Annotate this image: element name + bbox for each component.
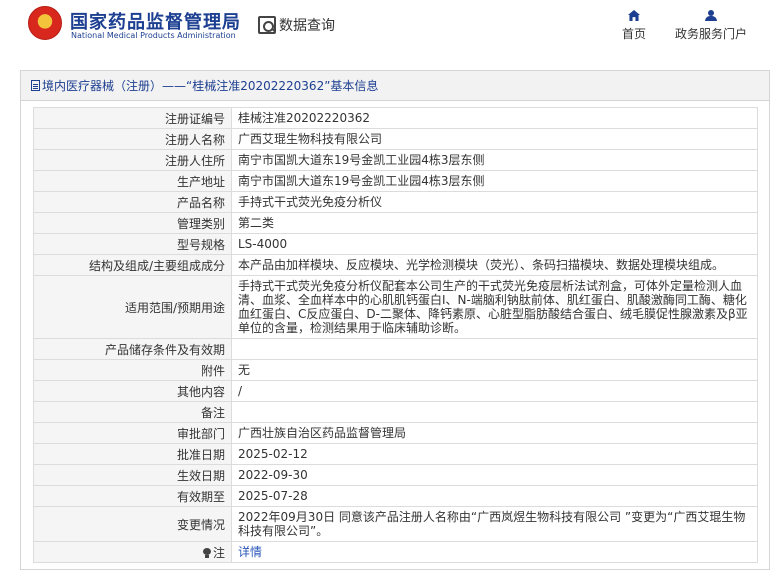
row-label: 产品储存条件及有效期 — [33, 338, 232, 360]
table-row: 审批部门 广西壮族自治区药品监督管理局 — [33, 422, 758, 444]
table-row: 产品储存条件及有效期 — [33, 338, 758, 360]
row-label: 附件 — [33, 359, 232, 381]
table-row: 生效日期 2022-09-30 — [33, 464, 758, 486]
row-value: 第二类 — [231, 212, 758, 234]
row-label: 适用范围/预期用途 — [33, 275, 232, 339]
row-value: 广西壮族自治区药品监督管理局 — [231, 422, 758, 444]
row-value: 广西艾琨生物科技有限公司 — [231, 128, 758, 150]
row-label: 结构及组成/主要组成成分 — [33, 254, 232, 276]
row-value: 2025-02-12 — [231, 443, 758, 465]
note-label: 注 — [33, 541, 232, 563]
data-query-icon — [258, 16, 276, 34]
row-value: 2022-09-30 — [231, 464, 758, 486]
row-label: 生产地址 — [33, 170, 232, 192]
lightbulb-icon — [202, 547, 211, 558]
table-row: 变更情况 2022年09月30日 同意该产品注册人名称由“广西岚煜生物科技有限公… — [33, 506, 758, 542]
row-value: / — [231, 380, 758, 402]
row-value — [231, 338, 758, 360]
national-emblem-icon — [28, 6, 62, 40]
panel-title: 境内医疗器械（注册）——“桂械注准20202220362”基本信息 — [21, 71, 769, 101]
row-label: 产品名称 — [33, 191, 232, 213]
table-row: 注 详情 — [33, 541, 758, 563]
row-label: 备注 — [33, 401, 232, 423]
row-label: 批准日期 — [33, 443, 232, 465]
site-header: 国家药品监督管理局 National Medical Products Admi… — [0, 0, 781, 56]
table-row: 生产地址 南宁市国凯大道东19号金凯工业园4栋3层东侧 — [33, 170, 758, 192]
home-icon — [628, 10, 640, 21]
row-value: 2022年09月30日 同意该产品注册人名称由“广西岚煜生物科技有限公司 ”变更… — [231, 506, 758, 542]
row-label: 型号规格 — [33, 233, 232, 255]
row-value: 手持式干式荧光免疫分析仪 — [231, 191, 758, 213]
table-row: 管理类别 第二类 — [33, 212, 758, 234]
table-row: 有效期至 2025-07-28 — [33, 485, 758, 507]
data-query-link[interactable]: 数据查询 — [258, 14, 335, 36]
row-value: 无 — [231, 359, 758, 381]
nav-gov-service[interactable]: 政务服务门户 — [670, 10, 752, 42]
row-value: 南宁市国凯大道东19号金凯工业园4栋3层东侧 — [231, 170, 758, 192]
nav-home-label: 首页 — [621, 27, 646, 41]
table-row: 型号规格 LS-4000 — [33, 233, 758, 255]
table-row: 其他内容 / — [33, 380, 758, 402]
row-label: 其他内容 — [33, 380, 232, 402]
detail-panel: 境内医疗器械（注册）——“桂械注准20202220362”基本信息 注册证编号 … — [20, 70, 770, 570]
panel-title-text: 境内医疗器械（注册）——“桂械注准20202220362”基本信息 — [42, 79, 379, 93]
row-label: 注册人住所 — [33, 149, 232, 171]
table-row: 注册人名称 广西艾琨生物科技有限公司 — [33, 128, 758, 150]
row-label: 注册证编号 — [33, 107, 232, 129]
row-value: 桂械注准20202220362 — [231, 107, 758, 129]
data-query-label: 数据查询 — [279, 18, 335, 34]
row-value — [231, 401, 758, 423]
table-row: 适用范围/预期用途 手持式干式荧光免疫分析仪配套本公司生产的干式荧光免疫层析法试… — [33, 275, 758, 339]
row-label: 变更情况 — [33, 506, 232, 542]
row-value: 本产品由加样模块、反应模块、光学检测模块（荧光）、条码扫描模块、数据处理模块组成… — [231, 254, 758, 276]
row-label: 管理类别 — [33, 212, 232, 234]
row-label: 审批部门 — [33, 422, 232, 444]
row-label: 注册人名称 — [33, 128, 232, 150]
table-row: 批准日期 2025-02-12 — [33, 443, 758, 465]
table-row: 注册人住所 南宁市国凯大道东19号金凯工业园4栋3层东侧 — [33, 149, 758, 171]
table-row: 备注 — [33, 401, 758, 423]
table-row: 附件 无 — [33, 359, 758, 381]
row-value: LS-4000 — [231, 233, 758, 255]
row-label: 生效日期 — [33, 464, 232, 486]
document-icon — [31, 80, 40, 91]
note-label-text: 注 — [212, 545, 225, 560]
row-label: 有效期至 — [33, 485, 232, 507]
row-value: 南宁市国凯大道东19号金凯工业园4栋3层东侧 — [231, 149, 758, 171]
row-value: 2025-07-28 — [231, 485, 758, 507]
brand-subtitle[interactable]: National Medical Products Administration — [71, 31, 236, 40]
table-row: 注册证编号 桂械注准20202220362 — [33, 107, 758, 129]
details-link[interactable]: 详情 — [238, 545, 262, 559]
details-cell: 详情 — [231, 541, 758, 563]
user-icon — [705, 10, 717, 21]
nav-home[interactable]: 首页 — [618, 10, 650, 42]
row-value: 手持式干式荧光免疫分析仪配套本公司生产的干式荧光免疫层析法试剂盒，可体外定量检测… — [231, 275, 758, 339]
detail-table: 注册证编号 桂械注准20202220362 注册人名称 广西艾琨生物科技有限公司… — [33, 107, 758, 563]
table-row: 产品名称 手持式干式荧光免疫分析仪 — [33, 191, 758, 213]
table-row: 结构及组成/主要组成成分 本产品由加样模块、反应模块、光学检测模块（荧光）、条码… — [33, 254, 758, 276]
nav-gov-service-label: 政务服务门户 — [674, 27, 747, 41]
